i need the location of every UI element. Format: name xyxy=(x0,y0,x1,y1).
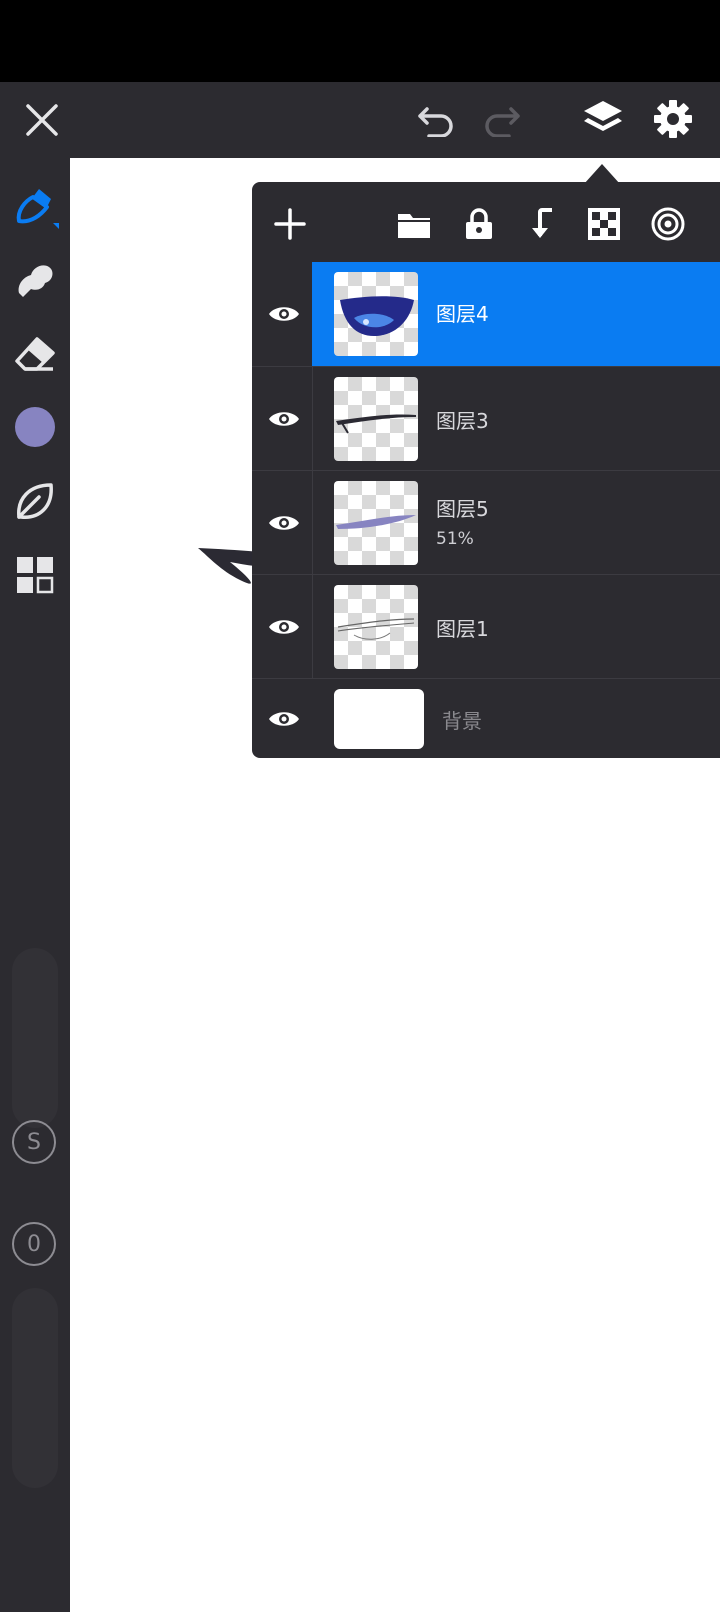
layer-name: 图层1 xyxy=(436,617,489,641)
visibility-eye-icon[interactable] xyxy=(264,296,304,332)
brush-tool-icon[interactable] xyxy=(10,182,60,232)
layer-name: 图层5 xyxy=(436,497,489,521)
visibility-eye-icon[interactable] xyxy=(264,701,304,737)
visibility-eye-icon[interactable] xyxy=(264,505,304,541)
gear-icon[interactable] xyxy=(650,96,696,142)
brush-size-slider[interactable] xyxy=(12,948,58,1128)
row-divider xyxy=(312,471,313,575)
color-swatch[interactable] xyxy=(10,402,60,452)
leaf-tool-icon[interactable] xyxy=(10,476,60,526)
row-divider xyxy=(312,575,313,679)
layer-row-4[interactable]: 图层4 xyxy=(252,262,720,366)
layer-row-5[interactable]: 图层5 51% xyxy=(252,470,720,575)
merge-down-icon[interactable] xyxy=(522,204,562,244)
layer-thumbnail xyxy=(334,481,418,565)
close-icon[interactable] xyxy=(20,98,64,142)
layer-name: 背景 xyxy=(442,709,482,733)
top-toolbar xyxy=(0,82,720,158)
alpha-lock-icon[interactable] xyxy=(584,204,624,244)
layer-thumbnail xyxy=(334,585,418,669)
row-divider xyxy=(312,367,313,471)
size-button[interactable]: S xyxy=(12,1120,56,1164)
visibility-eye-icon[interactable] xyxy=(264,401,304,437)
tool-sidebar: S 0 xyxy=(0,158,70,1612)
lock-icon[interactable] xyxy=(459,204,499,244)
panel-pointer xyxy=(584,164,620,184)
layer-row-1[interactable]: 图层1 xyxy=(252,574,720,679)
brush-opacity-slider[interactable] xyxy=(12,1288,58,1488)
mask-icon[interactable] xyxy=(648,204,688,244)
layer-opacity: 51% xyxy=(436,529,474,549)
add-icon[interactable] xyxy=(270,204,310,244)
layer-row-3[interactable]: 图层3 xyxy=(252,366,720,471)
layer-name: 图层4 xyxy=(436,302,489,326)
layer-row-background[interactable]: 背景 xyxy=(252,678,720,759)
redo-icon[interactable] xyxy=(480,98,524,142)
layers-panel: 图层4 图层3 图层5 51% 图层1 背景 xyxy=(252,182,720,758)
layer-thumbnail xyxy=(334,272,418,356)
grid-tool-icon[interactable] xyxy=(10,550,60,600)
visibility-eye-icon[interactable] xyxy=(264,609,304,645)
undo-icon[interactable] xyxy=(414,98,458,142)
smudge-tool-icon[interactable] xyxy=(10,254,60,304)
folder-icon[interactable] xyxy=(394,204,434,244)
layers-icon[interactable] xyxy=(580,96,626,142)
opacity-button[interactable]: 0 xyxy=(12,1222,56,1266)
status-bar xyxy=(0,0,720,82)
layer-thumbnail xyxy=(334,377,418,461)
eraser-tool-icon[interactable] xyxy=(10,328,60,378)
layer-name: 图层3 xyxy=(436,409,489,433)
background-thumbnail xyxy=(334,689,424,749)
